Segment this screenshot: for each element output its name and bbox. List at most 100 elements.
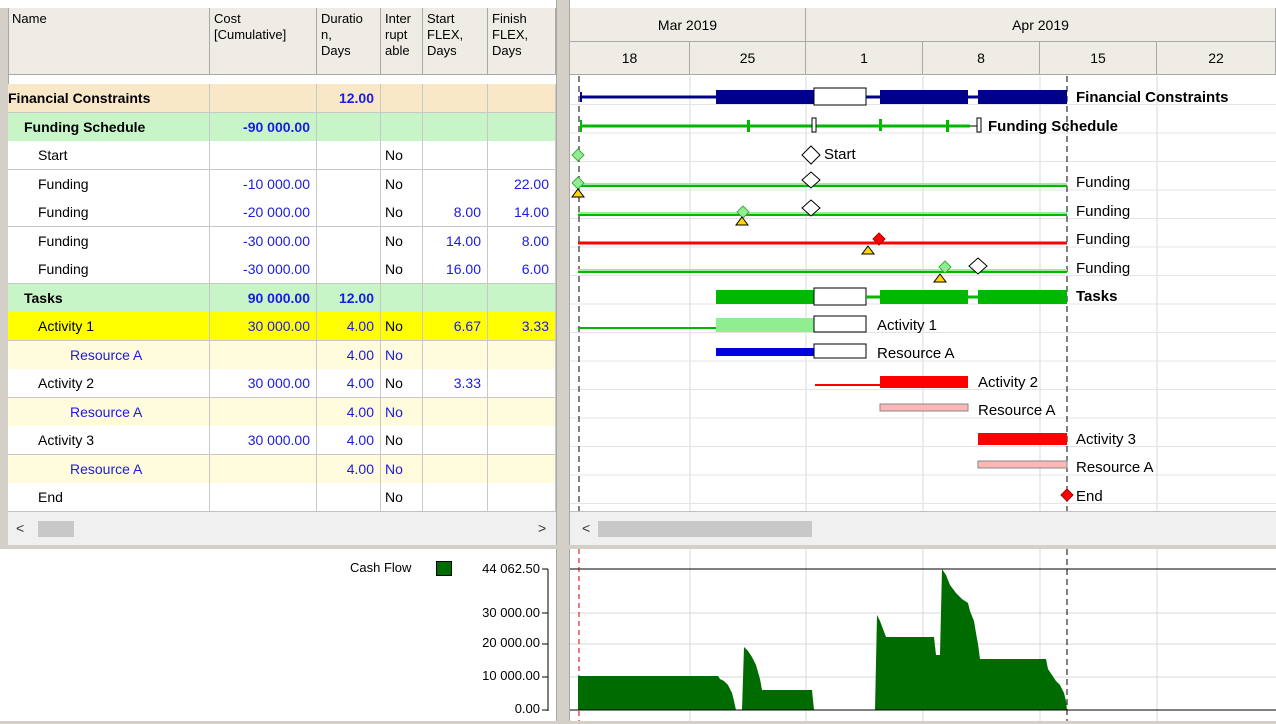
table-row[interactable]: Funding -10 000.00 No 22.00 bbox=[8, 169, 556, 199]
scroll-left-icon[interactable]: < bbox=[16, 518, 24, 538]
cell-name[interactable]: Funding bbox=[8, 169, 210, 198]
cell-cost[interactable]: -30 000.00 bbox=[210, 226, 317, 255]
cell-name[interactable]: Activity 1 bbox=[8, 312, 210, 340]
cell-start-flex[interactable] bbox=[423, 141, 488, 169]
table-row[interactable]: Funding -20 000.00 No 8.00 14.00 bbox=[8, 198, 556, 227]
cell-interruptable[interactable] bbox=[381, 283, 423, 312]
cell-name[interactable]: Resource A bbox=[8, 397, 210, 426]
cell-interruptable[interactable] bbox=[381, 112, 423, 141]
cell-duration[interactable] bbox=[317, 169, 381, 198]
cell-duration[interactable]: 4.00 bbox=[317, 426, 381, 454]
cell-duration[interactable]: 4.00 bbox=[317, 454, 381, 483]
cell-name[interactable]: Funding bbox=[8, 226, 210, 255]
cell-finish-flex[interactable] bbox=[488, 426, 556, 454]
grid-hscrollbar[interactable]: < > bbox=[8, 511, 556, 545]
table-row[interactable]: End No bbox=[8, 483, 556, 512]
cell-start-flex[interactable] bbox=[423, 454, 488, 483]
cell-cost[interactable] bbox=[210, 340, 317, 369]
cell-name[interactable]: Resource A bbox=[8, 454, 210, 483]
cell-duration[interactable] bbox=[317, 226, 381, 255]
cell-interruptable[interactable]: No bbox=[381, 169, 423, 198]
cell-finish-flex[interactable] bbox=[488, 112, 556, 141]
col-header-name[interactable]: Name bbox=[8, 8, 210, 75]
cell-name[interactable]: Funding Schedule bbox=[8, 112, 210, 141]
cell-start-flex[interactable] bbox=[423, 112, 488, 141]
cell-duration[interactable] bbox=[317, 483, 381, 511]
cell-finish-flex[interactable] bbox=[488, 397, 556, 426]
cell-start-flex[interactable] bbox=[423, 397, 488, 426]
cell-cost[interactable]: -30 000.00 bbox=[210, 255, 317, 283]
cell-name[interactable]: Funding bbox=[8, 255, 210, 283]
table-row[interactable]: Resource A 4.00 No bbox=[8, 454, 556, 484]
cell-name[interactable]: Start bbox=[8, 141, 210, 169]
cell-start-flex[interactable]: 8.00 bbox=[423, 198, 488, 226]
cell-interruptable[interactable]: No bbox=[381, 312, 423, 340]
cell-duration[interactable] bbox=[317, 112, 381, 141]
table-row[interactable]: Tasks 90 000.00 12.00 bbox=[8, 283, 556, 313]
cell-cost[interactable] bbox=[210, 454, 317, 483]
cell-cost[interactable]: -20 000.00 bbox=[210, 198, 317, 226]
cell-duration[interactable] bbox=[317, 255, 381, 283]
table-row[interactable]: Resource A 4.00 No bbox=[8, 340, 556, 370]
cell-cost[interactable]: -90 000.00 bbox=[210, 112, 317, 141]
cell-name[interactable]: End bbox=[8, 483, 210, 511]
cell-interruptable[interactable]: No bbox=[381, 255, 423, 283]
cell-name[interactable]: Resource A bbox=[8, 340, 210, 369]
table-row[interactable]: Start No bbox=[8, 141, 556, 170]
table-row[interactable]: Funding -30 000.00 No 14.00 8.00 bbox=[8, 226, 556, 256]
cell-interruptable[interactable]: No bbox=[381, 198, 423, 226]
gantt-scroll-thumb[interactable] bbox=[598, 521, 812, 537]
cell-interruptable[interactable]: No bbox=[381, 483, 423, 511]
cell-duration[interactable]: 4.00 bbox=[317, 397, 381, 426]
cell-finish-flex[interactable]: 6.00 bbox=[488, 255, 556, 283]
cell-interruptable[interactable]: No bbox=[381, 369, 423, 397]
cell-interruptable[interactable]: No bbox=[381, 141, 423, 169]
table-row[interactable]: Activity 2 30 000.00 4.00 No 3.33 bbox=[8, 369, 556, 398]
cell-name[interactable]: Activity 2 bbox=[8, 369, 210, 397]
cell-cost[interactable] bbox=[210, 397, 317, 426]
cell-name[interactable]: Financial Constraints bbox=[8, 84, 210, 112]
cell-duration[interactable]: 4.00 bbox=[317, 340, 381, 369]
cell-cost[interactable]: 30 000.00 bbox=[210, 369, 317, 397]
cell-interruptable[interactable]: No bbox=[381, 454, 423, 483]
cell-finish-flex[interactable] bbox=[488, 369, 556, 397]
cell-duration[interactable]: 12.00 bbox=[317, 84, 381, 112]
gantt-hscrollbar[interactable]: < bbox=[570, 511, 1276, 545]
cell-interruptable[interactable]: No bbox=[381, 226, 423, 255]
cell-start-flex[interactable]: 6.67 bbox=[423, 312, 488, 340]
cell-finish-flex[interactable] bbox=[488, 454, 556, 483]
cell-cost[interactable]: -10 000.00 bbox=[210, 169, 317, 198]
cell-start-flex[interactable]: 16.00 bbox=[423, 255, 488, 283]
vertical-splitter[interactable] bbox=[556, 0, 570, 721]
cell-name[interactable]: Tasks bbox=[8, 283, 210, 312]
cell-finish-flex[interactable] bbox=[488, 141, 556, 169]
cell-cost[interactable]: 90 000.00 bbox=[210, 283, 317, 312]
col-header-start-flex[interactable]: Start FLEX, Days bbox=[423, 8, 488, 75]
table-row[interactable]: Funding -30 000.00 No 16.00 6.00 bbox=[8, 255, 556, 284]
cell-cost[interactable]: 30 000.00 bbox=[210, 312, 317, 340]
cell-cost[interactable] bbox=[210, 483, 317, 511]
table-row[interactable]: Activity 1 30 000.00 4.00 No 6.67 3.33 bbox=[8, 312, 556, 341]
cell-start-flex[interactable] bbox=[423, 340, 488, 369]
cell-name[interactable]: Activity 3 bbox=[8, 426, 210, 454]
table-row[interactable]: Funding Schedule -90 000.00 bbox=[8, 112, 556, 142]
cell-finish-flex[interactable] bbox=[488, 340, 556, 369]
col-header-finish-flex[interactable]: Finish FLEX, Days bbox=[488, 8, 556, 75]
cell-cost[interactable] bbox=[210, 84, 317, 112]
cell-finish-flex[interactable] bbox=[488, 483, 556, 511]
col-header-interruptable[interactable]: Inter rupt able bbox=[381, 8, 423, 75]
cell-duration[interactable]: 4.00 bbox=[317, 369, 381, 397]
cell-finish-flex[interactable]: 14.00 bbox=[488, 198, 556, 226]
cell-finish-flex[interactable] bbox=[488, 283, 556, 312]
cell-start-flex[interactable] bbox=[423, 426, 488, 454]
scroll-right-icon[interactable]: > bbox=[538, 518, 546, 538]
table-row[interactable]: Resource A 4.00 No bbox=[8, 397, 556, 427]
cell-interruptable[interactable]: No bbox=[381, 397, 423, 426]
cell-finish-flex[interactable]: 8.00 bbox=[488, 226, 556, 255]
scroll-left-icon[interactable]: < bbox=[582, 518, 590, 538]
cell-cost[interactable] bbox=[210, 141, 317, 169]
cell-interruptable[interactable]: No bbox=[381, 426, 423, 454]
cell-start-flex[interactable] bbox=[423, 169, 488, 198]
cell-name[interactable]: Funding bbox=[8, 198, 210, 226]
cell-start-flex[interactable] bbox=[423, 283, 488, 312]
